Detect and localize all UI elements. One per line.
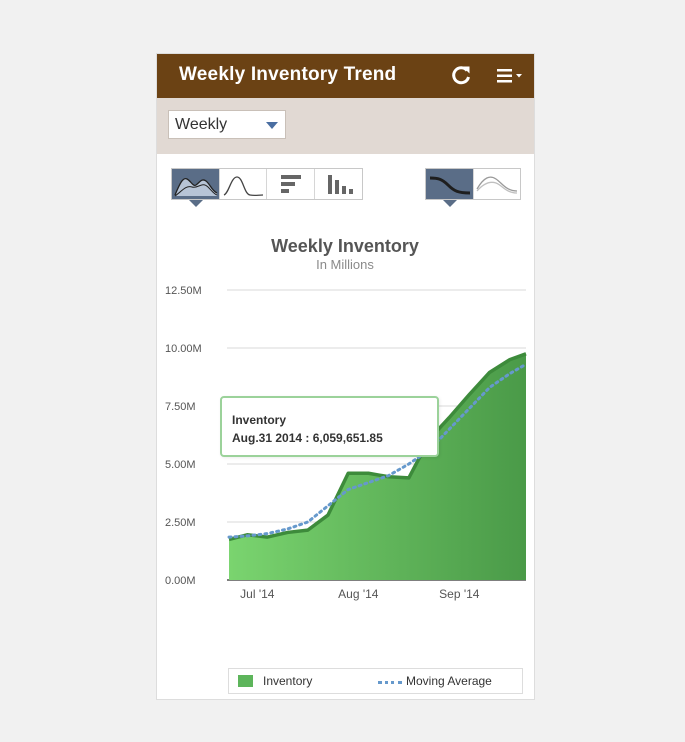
tooltip-value: Aug.31 2014 : 6,059,651.85 [232,431,383,445]
inventory-area [229,353,526,580]
x-tick-label: Aug '14 [338,587,379,601]
y-tick-label: 10.00M [165,343,202,355]
y-tick-label: 2.50M [165,517,196,529]
chart-title: Weekly Inventory [271,236,419,256]
chart-legend: Inventory Moving Average [228,668,523,694]
tooltip-series: Inventory [232,413,287,427]
y-tick-label: 12.50M [165,285,202,297]
legend-label-moving-average[interactable]: Moving Average [406,674,492,688]
chart-subtitle: In Millions [316,257,374,272]
data-tooltip: Inventory Aug.31 2014 : 6,059,651.85 [220,396,439,457]
y-tick-label: 5.00M [165,459,196,471]
y-tick-label: 7.50M [165,401,196,413]
x-tick-label: Sep '14 [439,587,480,601]
legend-swatch-inventory [238,675,253,687]
inventory-panel: Weekly Inventory Trend Weekly Weekly Inv… [157,54,534,699]
inventory-chart: Weekly Inventory In Millions 0.00M 2.50M 5… [165,236,528,601]
legend-swatch-moving-average [378,681,402,684]
x-tick-label: Jul '14 [240,587,275,601]
legend-label-inventory[interactable]: Inventory [263,674,312,688]
y-tick-label: 0.00M [165,575,196,587]
